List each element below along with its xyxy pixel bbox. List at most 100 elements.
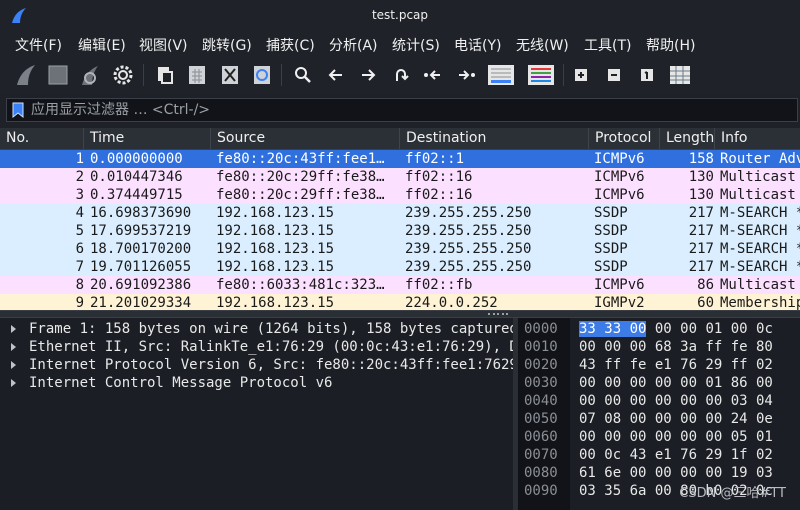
packet-row[interactable]: 5 17.699537219 192.168.123.15 239.255.25… [0, 222, 800, 240]
column-header-protocol[interactable]: Protocol [589, 128, 660, 149]
packet-source: 192.168.123.15 [216, 241, 335, 257]
packet-source: 192.168.123.15 [216, 223, 335, 239]
bytes-hex[interactable]: 43 ff fe e1 76 29 ff 02 [579, 356, 773, 374]
close-file-icon[interactable] [218, 63, 242, 87]
normal-size-icon[interactable] [635, 63, 659, 87]
go-to-packet-icon[interactable] [389, 63, 413, 87]
save-file-icon[interactable] [185, 63, 209, 87]
menu-analyze[interactable]: 分析(A) [329, 35, 378, 55]
go-back-icon[interactable] [324, 63, 348, 87]
column-header-info[interactable]: Info [715, 128, 800, 149]
go-forward-icon[interactable] [356, 63, 380, 87]
column-header-destination[interactable]: Destination [400, 128, 589, 149]
menu-bar: 文件(F) 编辑(E) 视图(V) 跳转(G) 捕获(C) 分析(A) 统计(S… [0, 32, 800, 56]
packet-row[interactable]: 8 20.691092386 fe80::6033:481c:323… ff02… [0, 276, 800, 294]
bytes-hex[interactable]: 00 00 01 00 0c [646, 321, 773, 337]
packet-row[interactable]: 7 19.701126055 192.168.123.15 239.255.25… [0, 258, 800, 276]
packet-details-pane[interactable]: Frame 1: 158 bytes on wire (1264 bits), … [0, 318, 513, 510]
packet-protocol: SSDP [594, 205, 628, 221]
main-toolbar [0, 56, 800, 94]
detail-tree-item[interactable]: Internet Control Message Protocol v6 [0, 374, 513, 392]
colorize-icon[interactable] [527, 63, 555, 87]
bytes-hex[interactable]: 61 6e 00 00 00 00 19 03 [579, 464, 773, 482]
bytes-hex[interactable]: 00 00 00 68 3a ff fe 80 [579, 338, 773, 356]
column-header-time[interactable]: Time [84, 128, 211, 149]
packet-time: 19.701126055 [90, 259, 192, 275]
expand-arrow-icon[interactable] [11, 343, 16, 351]
bytes-row: 0030 00 00 00 00 00 01 86 00 [518, 374, 800, 392]
menu-view[interactable]: 视图(V) [139, 35, 188, 55]
packet-length: 217 [688, 205, 714, 221]
column-header-no[interactable]: No. [0, 128, 84, 149]
packet-row[interactable]: 9 21.201029334 192.168.123.15 224.0.0.25… [0, 294, 800, 310]
packet-destination: ff02::16 [405, 169, 473, 185]
detail-tree-item[interactable]: Ethernet II, Src: RalinkTe_e1:76:29 (00:… [0, 338, 513, 356]
packet-no: 2 [75, 169, 84, 185]
bytes-hex[interactable]: 07 08 00 00 00 00 24 0e [579, 410, 773, 428]
packet-protocol: ICMPv6 [594, 151, 645, 167]
menu-capture[interactable]: 捕获(C) [266, 35, 315, 55]
bytes-hex[interactable]: 00 0c 43 e1 76 29 1f 02 [579, 446, 773, 464]
stop-capture-icon[interactable] [46, 63, 70, 87]
go-last-packet-icon[interactable] [454, 63, 478, 87]
menu-edit[interactable]: 编辑(E) [78, 35, 126, 55]
packet-row[interactable]: 1 0.000000000 fe80::20c:43ff:fee1… ff02:… [0, 150, 800, 168]
packet-row[interactable]: 2 0.010447346 fe80::20c:29ff:fe38… ff02:… [0, 168, 800, 186]
pane-splitter[interactable] [0, 310, 800, 318]
packet-time: 16.698373690 [90, 205, 192, 221]
menu-statistics[interactable]: 统计(S) [392, 35, 440, 55]
find-packet-icon[interactable] [291, 63, 315, 87]
packet-info: M-SEARCH * HTTP/1.1 [720, 259, 800, 275]
auto-scroll-icon[interactable] [487, 63, 515, 87]
bytes-row: 0070 00 0c 43 e1 76 29 1f 02 [518, 446, 800, 464]
menu-help[interactable]: 帮助(H) [646, 35, 695, 55]
packet-protocol: ICMPv6 [594, 187, 645, 203]
bytes-hex[interactable]: 00 00 00 00 00 01 86 00 [579, 374, 773, 392]
expand-arrow-icon[interactable] [11, 379, 16, 387]
packet-time: 0.010447346 [90, 169, 183, 185]
bytes-row: 0020 43 ff fe e1 76 29 ff 02 [518, 356, 800, 374]
packet-no: 4 [75, 205, 84, 221]
expand-arrow-icon[interactable] [11, 361, 16, 369]
packet-length: 217 [688, 241, 714, 257]
menu-tools[interactable]: 工具(T) [584, 35, 631, 55]
packet-protocol: ICMPv6 [594, 169, 645, 185]
window-title: test.pcap [371, 8, 429, 22]
packet-destination: ff02::fb [405, 277, 473, 293]
bytes-offset: 0000 [524, 321, 558, 337]
detail-tree-item[interactable]: Frame 1: 158 bytes on wire (1264 bits), … [0, 320, 513, 338]
detail-icmpv6-label: Internet Control Message Protocol v6 [29, 375, 333, 391]
bytes-hex[interactable]: 00 00 00 00 00 00 05 01 [579, 428, 773, 446]
capture-options-icon[interactable] [111, 63, 135, 87]
menu-telephony[interactable]: 电话(Y) [454, 35, 501, 55]
bytes-offset: 0020 [524, 357, 558, 373]
detail-tree-item[interactable]: Internet Protocol Version 6, Src: fe80::… [0, 356, 513, 374]
packet-row[interactable]: 6 18.700170200 192.168.123.15 239.255.25… [0, 240, 800, 258]
bytes-highlight[interactable]: 33 33 00 [579, 321, 647, 337]
bookmark-icon[interactable] [11, 102, 25, 118]
packet-length: 60 [697, 295, 714, 310]
menu-file[interactable]: 文件(F) [15, 35, 62, 55]
start-capture-icon[interactable] [14, 63, 38, 87]
reload-file-icon[interactable] [250, 63, 274, 87]
zoom-out-icon[interactable] [602, 63, 626, 87]
resize-columns-icon[interactable] [668, 63, 692, 87]
bytes-hex[interactable]: 00 00 00 00 00 00 03 04 [579, 392, 773, 410]
packet-info: Multicast Listener Report [720, 187, 800, 203]
menu-wireless[interactable]: 无线(W) [516, 35, 569, 55]
packet-row[interactable]: 3 0.374449715 fe80::20c:29ff:fe38… ff02:… [0, 186, 800, 204]
expand-arrow-icon[interactable] [11, 325, 16, 333]
packet-row[interactable]: 4 16.698373690 192.168.123.15 239.255.25… [0, 204, 800, 222]
packet-info: Multicast Listener Report [720, 169, 800, 185]
go-first-packet-icon[interactable] [421, 63, 445, 87]
column-header-source[interactable]: Source [211, 128, 400, 149]
title-bar: test.pcap [0, 0, 800, 32]
zoom-in-icon[interactable] [569, 63, 593, 87]
display-filter-input[interactable] [31, 99, 791, 121]
column-header-length[interactable]: Length [660, 128, 715, 149]
menu-go[interactable]: 跳转(G) [202, 35, 252, 55]
packet-info: M-SEARCH * HTTP/1.1 [720, 223, 800, 239]
open-file-icon[interactable] [153, 63, 177, 87]
restart-capture-icon[interactable] [78, 63, 102, 87]
packet-list[interactable]: 1 0.000000000 fe80::20c:43ff:fee1… ff02:… [0, 150, 800, 310]
